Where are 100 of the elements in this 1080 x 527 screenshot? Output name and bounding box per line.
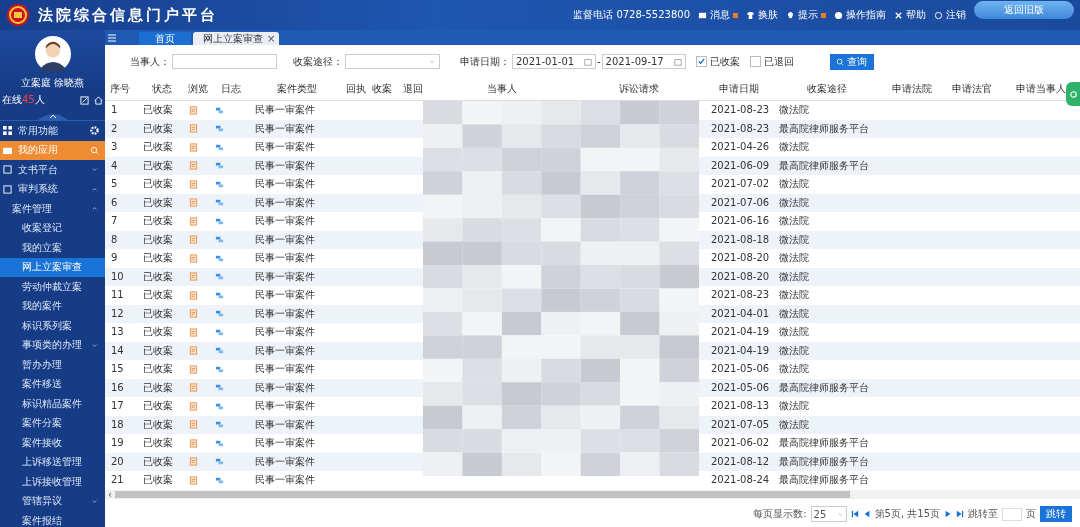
document-icon[interactable] xyxy=(189,161,198,171)
settings-icon[interactable] xyxy=(90,126,99,136)
page-size-dropdown[interactable]: 25 xyxy=(810,506,847,522)
checkbox[interactable]: 已退回 xyxy=(749,54,794,69)
document-icon[interactable] xyxy=(189,401,198,411)
calendar-icon[interactable] xyxy=(673,57,682,66)
log-icon[interactable] xyxy=(215,179,224,189)
document-icon[interactable] xyxy=(189,124,198,134)
search-button[interactable]: 查询 xyxy=(829,53,874,70)
first-page-icon[interactable] xyxy=(850,510,859,518)
sidebar-item[interactable]: 上诉移送管理 xyxy=(0,452,105,472)
column-header[interactable]: 当事人 xyxy=(487,83,517,94)
sidebar-item[interactable]: 我的立案 xyxy=(0,238,105,258)
party-field[interactable] xyxy=(172,54,277,69)
header-link[interactable]: 消息 xyxy=(698,8,738,22)
document-icon[interactable] xyxy=(189,253,198,263)
sidebar-item[interactable]: 标识系列案 xyxy=(0,316,105,336)
log-icon[interactable] xyxy=(215,216,224,226)
document-icon[interactable] xyxy=(189,142,198,152)
log-icon[interactable] xyxy=(215,142,224,152)
document-icon[interactable] xyxy=(189,272,198,282)
document-icon[interactable] xyxy=(189,216,198,226)
source-dropdown[interactable] xyxy=(345,54,440,69)
header-link[interactable]: 提示 xyxy=(786,8,826,22)
sidebar-item[interactable]: 暂办办理 xyxy=(0,355,105,375)
sidebar-item[interactable]: 文书平台 xyxy=(0,160,105,180)
document-icon[interactable] xyxy=(189,438,198,448)
sidebar-item[interactable]: 网上立案审查 xyxy=(0,257,105,277)
document-icon[interactable] xyxy=(189,420,198,430)
log-icon[interactable] xyxy=(215,457,224,467)
jump-button[interactable]: 跳转 xyxy=(1040,506,1072,522)
column-header[interactable]: 浏览 xyxy=(188,83,208,94)
checkbox[interactable]: 已收案 xyxy=(695,54,740,69)
log-icon[interactable] xyxy=(215,383,224,393)
document-icon[interactable] xyxy=(189,198,198,208)
column-header[interactable]: 申请法官 xyxy=(952,83,992,94)
date-field[interactable]: 2021-09-17 xyxy=(601,54,686,69)
column-header[interactable]: 日志 xyxy=(221,83,241,94)
sidebar-item[interactable]: 上诉接收管理 xyxy=(0,472,105,492)
log-icon[interactable] xyxy=(215,346,224,356)
document-icon[interactable] xyxy=(189,327,198,337)
sidebar-item[interactable]: 审判系统 xyxy=(0,179,105,199)
sidebar-item[interactable]: 劳动仲裁立案 xyxy=(0,277,105,297)
column-header[interactable]: 申请当事人 xyxy=(1015,83,1066,94)
log-icon[interactable] xyxy=(215,198,224,208)
document-icon[interactable] xyxy=(189,457,198,467)
sidebar-item[interactable]: 案件接收 xyxy=(0,433,105,453)
sidebar-item[interactable]: 标识精品案件 xyxy=(0,394,105,414)
log-icon[interactable] xyxy=(215,235,224,245)
header-link[interactable]: 操作指南 xyxy=(834,8,886,22)
document-icon[interactable] xyxy=(189,309,198,319)
horizontal-scrollbar[interactable]: ‹ xyxy=(105,490,1080,499)
log-icon[interactable] xyxy=(215,401,224,411)
document-icon[interactable] xyxy=(189,105,198,115)
column-header[interactable]: 申请日期 xyxy=(719,83,759,94)
sidebar-item[interactable]: 我的案件 xyxy=(0,296,105,316)
column-header[interactable]: 序号 xyxy=(110,83,130,94)
log-icon[interactable] xyxy=(215,309,224,319)
next-page-icon[interactable] xyxy=(944,510,952,518)
sidebar-item[interactable]: 案件管理 xyxy=(0,199,105,219)
log-icon[interactable] xyxy=(215,475,224,485)
column-header[interactable]: 申请法院 xyxy=(892,83,932,94)
date-field[interactable]: 2021-01-01 xyxy=(512,54,596,69)
log-icon[interactable] xyxy=(215,124,224,134)
close-icon[interactable]: × xyxy=(267,33,276,44)
document-icon[interactable] xyxy=(189,235,198,245)
page-number-field[interactable] xyxy=(1002,507,1022,521)
document-icon[interactable] xyxy=(189,346,198,356)
log-icon[interactable] xyxy=(215,272,224,282)
sidebar-item[interactable]: 事项类的办理 xyxy=(0,335,105,355)
log-icon[interactable] xyxy=(215,364,224,374)
home-icon[interactable] xyxy=(94,95,103,105)
previous-page-icon[interactable] xyxy=(862,510,871,518)
header-link[interactable]: 帮助 xyxy=(894,8,926,22)
sidebar-item[interactable]: 案件报结 xyxy=(0,511,105,527)
log-icon[interactable] xyxy=(215,420,224,430)
column-header[interactable]: 状态 xyxy=(152,83,172,94)
sidebar-item[interactable]: 案件分案 xyxy=(0,413,105,433)
document-icon[interactable] xyxy=(189,383,198,393)
column-header[interactable]: 退回 xyxy=(403,83,423,94)
tab[interactable]: 首页 xyxy=(139,32,191,45)
menu-icon[interactable] xyxy=(107,32,117,43)
column-header[interactable]: 收案途径 xyxy=(807,83,847,94)
document-icon[interactable] xyxy=(189,475,198,485)
document-icon[interactable] xyxy=(189,364,198,374)
log-icon[interactable] xyxy=(215,105,224,115)
sidebar-item[interactable]: 案件移送 xyxy=(0,374,105,394)
column-header[interactable]: 案件类型 xyxy=(277,83,317,94)
log-icon[interactable] xyxy=(215,438,224,448)
document-icon[interactable] xyxy=(189,179,198,189)
chat-icon[interactable] xyxy=(1066,82,1080,106)
document-icon[interactable] xyxy=(189,290,198,300)
last-page-icon[interactable] xyxy=(956,510,964,518)
header-link[interactable]: 注销 xyxy=(934,8,966,22)
tab[interactable]: 网上立案审查 × xyxy=(193,32,280,45)
collapse-handle[interactable] xyxy=(37,112,68,120)
calendar-icon[interactable] xyxy=(584,57,592,66)
column-header[interactable]: 诉讼请求 xyxy=(619,83,659,94)
sidebar-item[interactable]: 收案登记 xyxy=(0,218,105,238)
log-icon[interactable] xyxy=(215,327,224,337)
